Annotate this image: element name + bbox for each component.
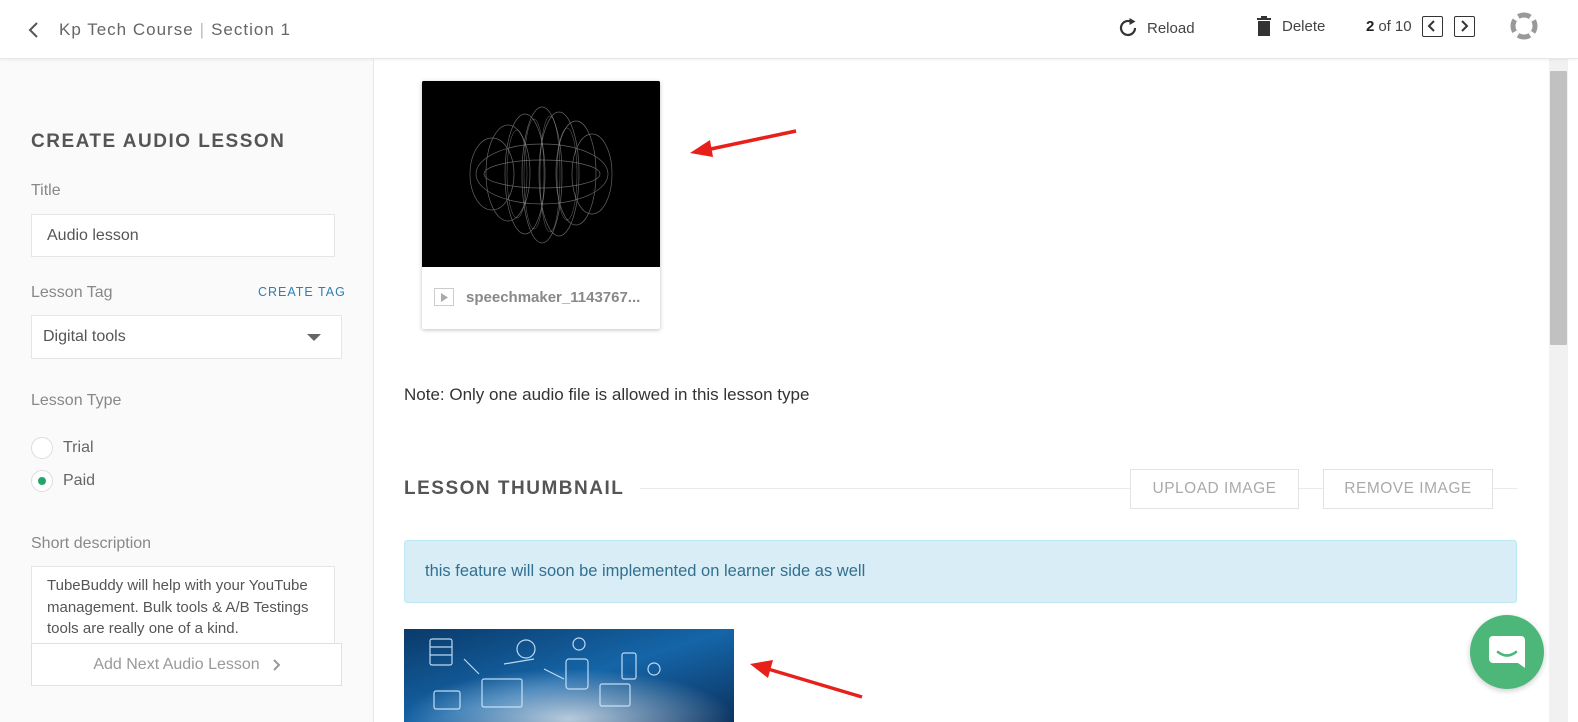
section-name: Section 1	[211, 20, 291, 39]
play-icon[interactable]	[434, 288, 454, 306]
back-arrow-icon[interactable]	[24, 20, 44, 40]
lesson-content: speechmaker_1143767... Note: Only one au…	[374, 59, 1549, 722]
remove-image-button[interactable]: REMOVE IMAGE	[1323, 469, 1493, 509]
form-heading: CREATE AUDIO LESSON	[31, 131, 286, 152]
radio-paid-label: Paid	[63, 472, 96, 489]
audio-file-info: speechmaker_1143767...	[434, 288, 640, 306]
lesson-pager: 2 of 10	[1366, 13, 1475, 39]
audio-file-name: speechmaker_1143767...	[466, 288, 641, 306]
lesson-thumbnail-image	[404, 629, 734, 722]
previous-lesson-button[interactable]	[1421, 15, 1443, 37]
delete-button[interactable]: Delete	[1256, 13, 1325, 39]
audio-file-card[interactable]: speechmaker_1143767...	[422, 81, 660, 329]
page-scrollbar[interactable]	[1549, 59, 1568, 722]
chevron-left-icon	[1427, 20, 1435, 32]
add-next-label: Add Next Audio Lesson	[93, 655, 260, 673]
chat-bubble-icon	[1489, 636, 1525, 668]
radio-paid[interactable]	[31, 470, 53, 492]
info-alert: this feature will soon be implemented on…	[404, 540, 1517, 603]
course-name: Kp Tech Course	[59, 20, 194, 39]
lesson-form-sidebar: CREATE AUDIO LESSON Title Audio lesson L…	[0, 59, 374, 722]
lesson-tag-value: Digital tools	[43, 328, 126, 345]
annotation-arrow-icon	[750, 660, 863, 699]
lesson-thumbnail-heading: LESSON THUMBNAIL	[404, 478, 625, 499]
scrollbar-thumb[interactable]	[1550, 71, 1567, 345]
reload-button[interactable]: Reload	[1117, 15, 1195, 41]
chat-launcher-button[interactable]	[1470, 615, 1544, 689]
short-description-label: Short description	[31, 535, 152, 552]
breadcrumb: Kp Tech Course | Section 1	[59, 20, 291, 39]
pager-of: of	[1378, 17, 1391, 35]
next-lesson-button[interactable]	[1453, 15, 1475, 37]
audio-limit-note: Note: Only one audio file is allowed in …	[404, 385, 810, 404]
lesson-type-paid[interactable]: Paid	[31, 470, 95, 492]
create-tag-link[interactable]: CREATE TAG	[258, 285, 346, 299]
radio-trial-label: Trial	[63, 439, 94, 456]
chevron-right-icon	[272, 658, 280, 671]
upload-image-button[interactable]: UPLOAD IMAGE	[1130, 469, 1299, 509]
lesson-tag-label: Lesson Tag	[31, 284, 113, 301]
chevron-right-icon	[1461, 20, 1469, 32]
lesson-tag-select[interactable]: Digital tools	[31, 315, 342, 359]
audio-waveform-thumbnail	[422, 81, 660, 267]
title-label: Title	[31, 182, 61, 199]
delete-label: Delete	[1282, 17, 1326, 35]
caret-down-icon	[307, 334, 321, 341]
pager-total: 10	[1394, 17, 1412, 35]
title-input[interactable]: Audio lesson	[31, 214, 335, 257]
lesson-type-trial[interactable]: Trial	[31, 437, 94, 459]
pager-current: 2	[1366, 17, 1375, 35]
help-lifebuoy-icon[interactable]	[1510, 12, 1538, 40]
radio-selected-dot	[38, 477, 46, 485]
lesson-type-label: Lesson Type	[31, 392, 122, 409]
short-description-textarea[interactable]: TubeBuddy will help with your YouTube ma…	[31, 566, 335, 648]
top-bar: Kp Tech Course | Section 1 Reload Delete 2…	[0, 0, 1578, 59]
trash-icon	[1257, 16, 1271, 36]
radio-trial[interactable]	[31, 437, 53, 459]
annotation-arrow-icon	[690, 129, 797, 157]
reload-icon	[1119, 18, 1137, 37]
add-next-audio-lesson-button[interactable]: Add Next Audio Lesson	[31, 643, 342, 686]
reload-label: Reload	[1147, 19, 1195, 37]
